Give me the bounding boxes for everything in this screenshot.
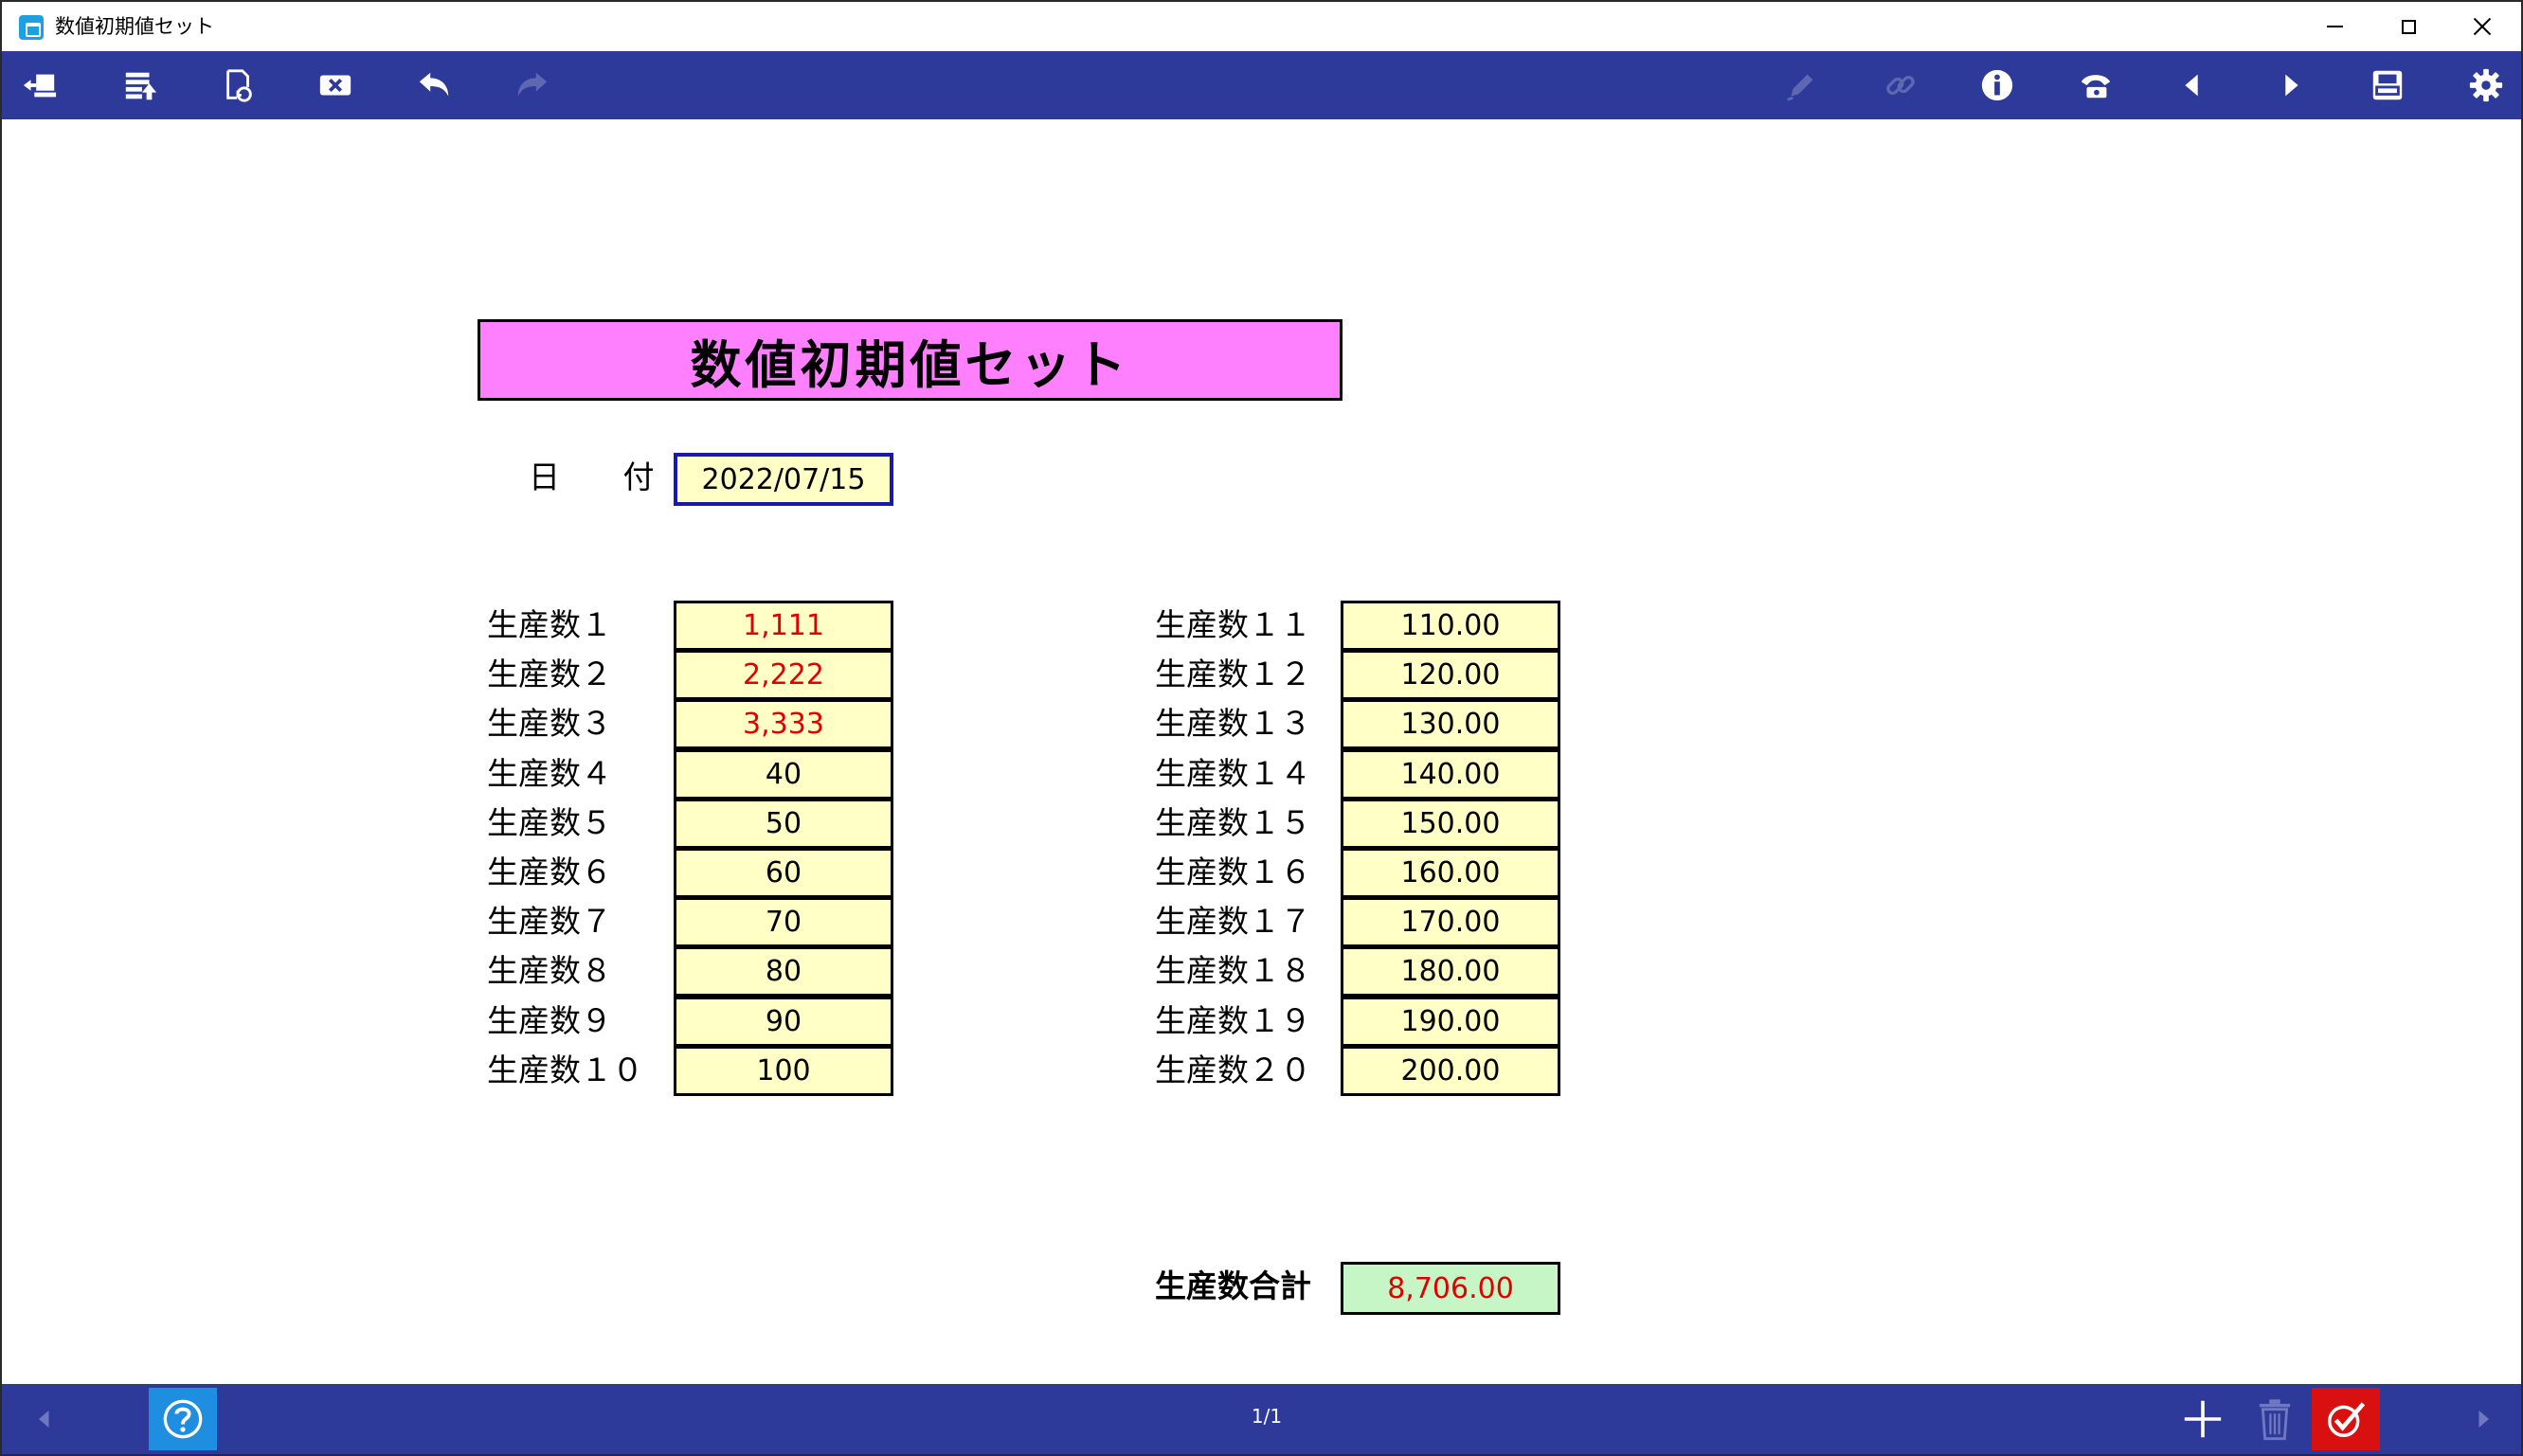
- phone-icon: [2081, 75, 2111, 99]
- prev-button[interactable]: [2166, 61, 2219, 110]
- production-value-field[interactable]: 2,222: [674, 650, 893, 700]
- page-indicator: 1/1: [1251, 1405, 1283, 1428]
- help-icon: [163, 1399, 203, 1439]
- copy-icon: [226, 69, 252, 102]
- check-circle-icon: [2328, 1402, 2366, 1437]
- production-value-field[interactable]: 150.00: [1341, 799, 1560, 849]
- copy-button[interactable]: [212, 61, 265, 110]
- link-button[interactable]: [1874, 61, 1927, 110]
- form-title: 数値初期値セット: [478, 319, 1343, 401]
- production-label: 生産数１８: [1155, 952, 1311, 989]
- total-field: 8,706.00: [1341, 1262, 1560, 1315]
- production-label: 生産数６: [487, 854, 612, 890]
- add-button[interactable]: [2173, 1390, 2232, 1448]
- production-value-field[interactable]: 140.00: [1341, 749, 1560, 800]
- production-value-field[interactable]: 50: [674, 799, 893, 849]
- gear-icon: [2469, 68, 2503, 102]
- date-field[interactable]: 2022/07/15: [674, 453, 893, 506]
- info-icon: [1981, 69, 2013, 101]
- arrow-right-icon: [2478, 1411, 2489, 1428]
- production-label: 生産数１６: [1155, 854, 1311, 890]
- production-value-field[interactable]: 40: [674, 749, 893, 800]
- production-label: 生産数１４: [1155, 755, 1311, 792]
- title-bar: 数値初期値セット: [2, 2, 2521, 51]
- production-label: 生産数１２: [1155, 656, 1311, 692]
- form-area: 数値初期値セット 日 付 2022/07/15 生産数１ 1,111 生産数２ 2,2…: [2, 119, 2521, 1384]
- production-label: 生産数１７: [1155, 903, 1311, 940]
- back-to-list-icon: [23, 74, 57, 98]
- scroll-left-button[interactable]: [21, 1395, 68, 1443]
- pen-button[interactable]: [1775, 61, 1829, 110]
- confirm-button[interactable]: [2312, 1388, 2380, 1450]
- minimize-icon: [2326, 26, 2343, 27]
- maximize-button[interactable]: [2380, 8, 2437, 45]
- bottom-bar: 1/1: [2, 1384, 2521, 1454]
- arrow-left-icon: [39, 1411, 49, 1428]
- app-icon: [19, 15, 44, 40]
- production-label: 生産数１０: [487, 1052, 643, 1088]
- close-icon: [2472, 16, 2493, 37]
- pen-icon: [1787, 74, 1813, 101]
- production-value-field[interactable]: 70: [674, 897, 893, 947]
- production-value-field[interactable]: 160.00: [1341, 848, 1560, 898]
- production-value-field[interactable]: 190.00: [1341, 997, 1560, 1047]
- production-value-field[interactable]: 180.00: [1341, 946, 1560, 997]
- production-value-field[interactable]: 120.00: [1341, 650, 1560, 700]
- help-button[interactable]: [149, 1388, 217, 1450]
- print-button[interactable]: [2361, 61, 2414, 110]
- production-label: 生産数７: [487, 903, 612, 940]
- link-icon: [1886, 75, 1915, 96]
- trash-icon: [2259, 1399, 2291, 1441]
- window-title: 数値初期値セット: [55, 15, 214, 38]
- total-label: 生産数合計: [1155, 1267, 1311, 1304]
- production-label: 生産数３: [487, 705, 612, 742]
- production-value-field[interactable]: 110.00: [1341, 601, 1560, 651]
- production-value-field[interactable]: 170.00: [1341, 897, 1560, 947]
- production-label: 生産数２０: [1155, 1052, 1311, 1088]
- minimize-button[interactable]: [2306, 8, 2363, 45]
- date-label: 日 付: [529, 458, 681, 495]
- upload-icon: [125, 72, 157, 100]
- production-value-field[interactable]: 3,333: [674, 699, 893, 749]
- production-label: 生産数１１: [1155, 606, 1311, 643]
- plus-icon: [2184, 1400, 2222, 1438]
- prev-icon: [2185, 74, 2198, 97]
- production-label: 生産数１: [487, 606, 612, 643]
- production-value-field[interactable]: 60: [674, 848, 893, 898]
- settings-button[interactable]: [2460, 61, 2513, 110]
- scroll-right-button[interactable]: [2460, 1395, 2507, 1443]
- clear-button[interactable]: [309, 61, 362, 110]
- close-button[interactable]: [2454, 8, 2511, 45]
- production-value-field[interactable]: 90: [674, 997, 893, 1047]
- redo-icon: [517, 72, 548, 97]
- toolbar: [2, 51, 2521, 119]
- production-value-field[interactable]: 200.00: [1341, 1046, 1560, 1096]
- production-label: 生産数２: [487, 656, 612, 692]
- production-value-field[interactable]: 130.00: [1341, 699, 1560, 749]
- production-value-field[interactable]: 1,111: [674, 601, 893, 651]
- info-button[interactable]: [1971, 61, 2024, 110]
- print-icon: [2372, 70, 2403, 100]
- redo-button[interactable]: [506, 61, 559, 110]
- phone-button[interactable]: [2069, 61, 2122, 110]
- production-label: 生産数８: [487, 952, 612, 989]
- production-label: 生産数９: [487, 1002, 612, 1039]
- next-button[interactable]: [2264, 61, 2317, 110]
- undo-icon: [419, 72, 449, 97]
- clear-icon: [319, 75, 351, 96]
- production-label: 生産数４: [487, 755, 612, 792]
- upload-button[interactable]: [114, 61, 167, 110]
- undo-button[interactable]: [407, 61, 460, 110]
- delete-button[interactable]: [2245, 1390, 2304, 1448]
- production-label: 生産数５: [487, 804, 612, 841]
- maximize-icon: [2401, 19, 2416, 34]
- production-label: 生産数１５: [1155, 804, 1311, 841]
- next-icon: [2285, 74, 2298, 97]
- production-value-field[interactable]: 80: [674, 946, 893, 997]
- back-to-list-button[interactable]: [13, 61, 66, 110]
- production-value-field[interactable]: 100: [674, 1046, 893, 1096]
- app-window: 数値初期値セット 数値初期値セット 日 付 2022/07/15 生産数１ 1,…: [0, 0, 2523, 1456]
- production-label: 生産数１３: [1155, 705, 1311, 742]
- production-label: 生産数１９: [1155, 1002, 1311, 1039]
